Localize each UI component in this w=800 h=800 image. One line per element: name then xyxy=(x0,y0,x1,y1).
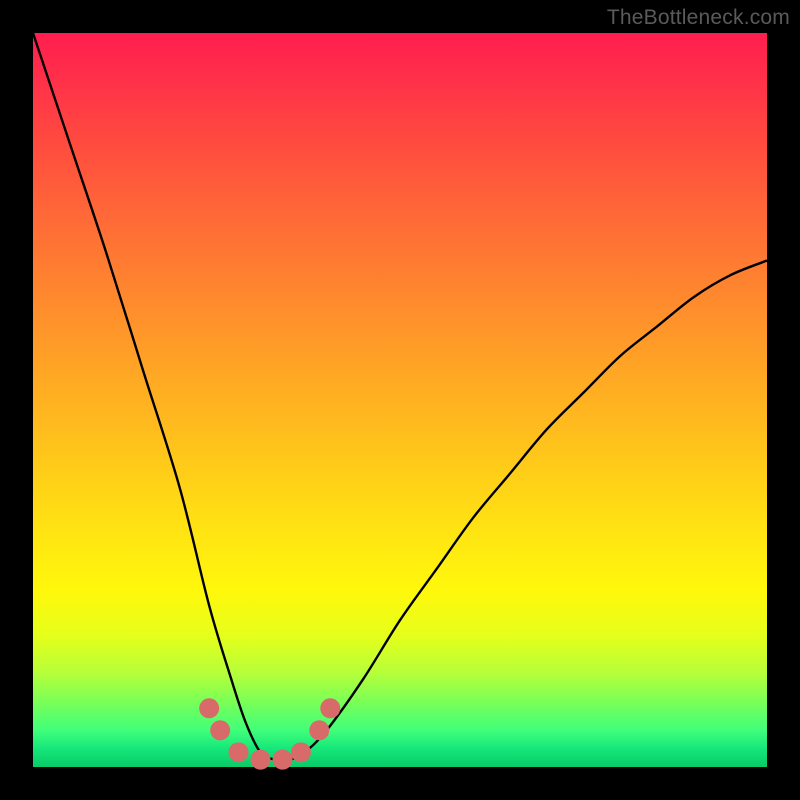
curve-marker xyxy=(199,698,219,718)
curve-marker xyxy=(210,720,230,740)
watermark-text: TheBottleneck.com xyxy=(607,6,790,30)
curve-markers xyxy=(199,698,340,769)
plot-area xyxy=(33,33,767,767)
bottleneck-curve-path xyxy=(33,33,767,761)
curve-marker xyxy=(229,742,249,762)
curve-marker xyxy=(273,750,293,770)
chart-frame: TheBottleneck.com xyxy=(0,0,800,800)
bottleneck-curve-svg xyxy=(33,33,767,767)
curve-line xyxy=(33,33,767,761)
curve-marker xyxy=(320,698,340,718)
curve-marker xyxy=(309,720,329,740)
curve-marker xyxy=(291,742,311,762)
curve-marker xyxy=(251,750,271,770)
